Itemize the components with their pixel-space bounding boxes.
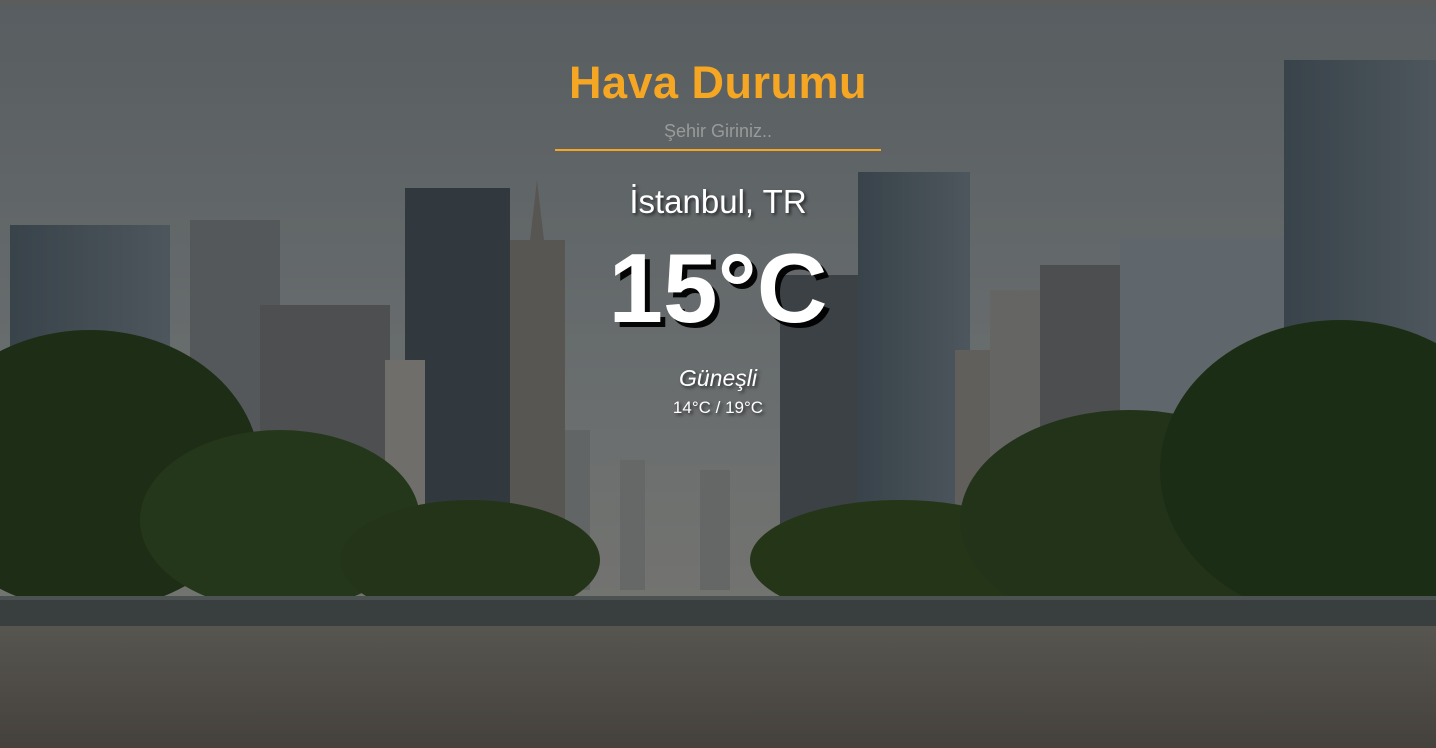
city-search-input[interactable] <box>555 119 881 151</box>
search-box <box>555 119 881 151</box>
current-temperature: 15°C <box>608 233 828 343</box>
weather-description: Güneşli <box>679 365 757 391</box>
city-name: İstanbul, TR <box>629 183 807 220</box>
temperature-range: 14°C / 19°C <box>672 398 764 417</box>
page-title: Hava Durumu <box>568 57 868 108</box>
weather-app: Hava Durumu İstanbul, TR 15°C Güneşli 14… <box>0 0 1436 748</box>
